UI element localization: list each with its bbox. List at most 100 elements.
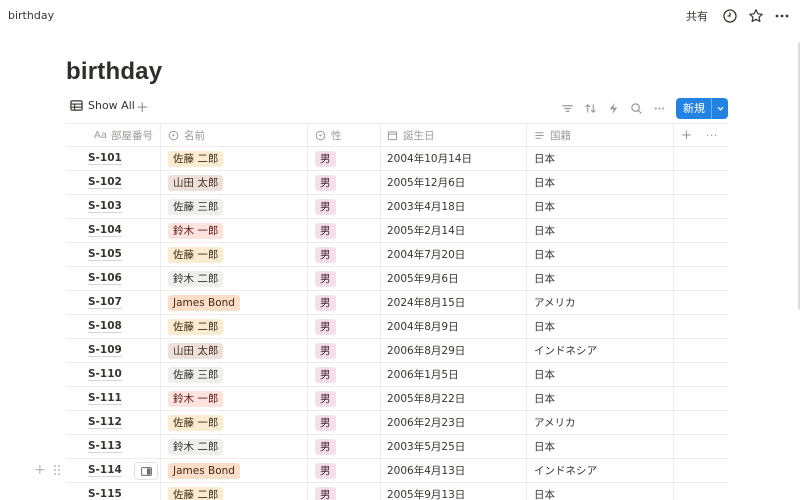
cell-birthday[interactable]: 2005年2月14日 (381, 219, 527, 242)
cell-birthday[interactable]: 2006年8月29日 (381, 339, 527, 362)
cell-name[interactable]: 鈴木 一郎 (161, 219, 308, 242)
table-row[interactable]: S-113 鈴木 二郎 男 2003年5月25日 日本 (66, 435, 728, 459)
cell-nationality[interactable]: 日本 (527, 483, 674, 500)
filter-icon[interactable] (560, 101, 574, 115)
table-row[interactable]: S-101 佐藤 二郎 男 2004年10月14日 日本 (66, 147, 728, 171)
cell-sex[interactable]: 男 (308, 339, 381, 362)
column-header-nationality[interactable]: 国籍 (527, 124, 674, 146)
table-row[interactable]: S-102 山田 太郎 男 2005年12月6日 日本 (66, 171, 728, 195)
table-row[interactable]: S-109 山田 太郎 男 2006年8月29日 インドネシア (66, 339, 728, 363)
column-header-sex[interactable]: 性 (308, 124, 381, 146)
cell-nationality[interactable]: 日本 (527, 147, 674, 170)
room-number[interactable]: S-110 (88, 368, 122, 381)
search-icon[interactable] (629, 101, 643, 115)
table-row[interactable]: S-108 佐藤 二郎 男 2004年8月9日 日本 (66, 315, 728, 339)
cell-id[interactable]: S-111 (66, 387, 161, 410)
room-number[interactable]: S-111 (88, 392, 122, 405)
cell-sex[interactable]: 男 (308, 387, 381, 410)
cell-name[interactable]: James Bond (161, 459, 308, 482)
room-number[interactable]: S-102 (88, 176, 122, 189)
cell-name[interactable]: 鈴木 二郎 (161, 435, 308, 458)
add-column-button[interactable]: + (681, 128, 692, 143)
cell-nationality[interactable]: アメリカ (527, 411, 674, 434)
cell-birthday[interactable]: 2005年12月6日 (381, 171, 527, 194)
cell-sex[interactable]: 男 (308, 195, 381, 218)
column-header-id[interactable]: Aa 部屋番号 (66, 124, 161, 146)
more-icon[interactable] (652, 101, 666, 115)
room-number[interactable]: S-103 (88, 200, 122, 213)
cell-sex[interactable]: 男 (308, 291, 381, 314)
table-row[interactable]: S-110 佐藤 三郎 男 2006年1月5日 日本 (66, 363, 728, 387)
column-header-name[interactable]: 名前 (161, 124, 308, 146)
table-row[interactable]: S-112 佐藤 一郎 男 2006年2月23日 アメリカ (66, 411, 728, 435)
cell-birthday[interactable]: 2004年10月14日 (381, 147, 527, 170)
cell-id[interactable]: S-115 (66, 483, 161, 500)
table-row[interactable]: S-107 James Bond 男 2024年8月15日 アメリカ (66, 291, 728, 315)
room-number[interactable]: S-105 (88, 248, 122, 261)
cell-id[interactable]: S-107 (66, 291, 161, 314)
cell-nationality[interactable]: 日本 (527, 435, 674, 458)
new-button-main[interactable]: 新規 (676, 100, 711, 116)
sort-icon[interactable] (583, 101, 597, 115)
table-row[interactable]: S-106 鈴木 二郎 男 2005年9月6日 日本 (66, 267, 728, 291)
cell-id[interactable]: S-110 (66, 363, 161, 386)
cell-name[interactable]: 佐藤 二郎 (161, 483, 308, 500)
cell-nationality[interactable]: 日本 (527, 387, 674, 410)
cell-id[interactable]: S-108 (66, 315, 161, 338)
cell-id[interactable]: S-114 (66, 459, 161, 482)
cell-sex[interactable]: 男 (308, 315, 381, 338)
cell-nationality[interactable]: 日本 (527, 219, 674, 242)
share-button[interactable]: 共有 (686, 8, 708, 24)
cell-name[interactable]: James Bond (161, 291, 308, 314)
tab-show-all[interactable]: Show All (70, 99, 135, 112)
cell-birthday[interactable]: 2003年4月18日 (381, 195, 527, 218)
cell-nationality[interactable]: アメリカ (527, 291, 674, 314)
cell-id[interactable]: S-113 (66, 435, 161, 458)
room-number[interactable]: S-101 (88, 152, 122, 165)
table-row[interactable]: S-105 佐藤 一郎 男 2004年7月20日 日本 (66, 243, 728, 267)
cell-sex[interactable]: 男 (308, 483, 381, 500)
room-number[interactable]: S-114 (88, 464, 122, 477)
cell-sex[interactable]: 男 (308, 219, 381, 242)
page-title[interactable]: birthday (66, 58, 162, 86)
cell-sex[interactable]: 男 (308, 267, 381, 290)
cell-birthday[interactable]: 2003年5月25日 (381, 435, 527, 458)
cell-birthday[interactable]: 2004年7月20日 (381, 243, 527, 266)
cell-birthday[interactable]: 2005年9月6日 (381, 267, 527, 290)
cell-sex[interactable]: 男 (308, 147, 381, 170)
room-number[interactable]: S-113 (88, 440, 122, 453)
cell-id[interactable]: S-112 (66, 411, 161, 434)
cell-nationality[interactable]: 日本 (527, 267, 674, 290)
column-header-date[interactable]: 誕生日 (381, 124, 527, 146)
table-row[interactable]: S-103 佐藤 三郎 男 2003年4月18日 日本 (66, 195, 728, 219)
cell-nationality[interactable]: 日本 (527, 195, 674, 218)
cell-birthday[interactable]: 2006年1月5日 (381, 363, 527, 386)
room-number[interactable]: S-104 (88, 224, 122, 237)
chevron-down-icon[interactable] (711, 97, 728, 119)
cell-nationality[interactable]: 日本 (527, 243, 674, 266)
cell-id[interactable]: S-104 (66, 219, 161, 242)
cell-id[interactable]: S-105 (66, 243, 161, 266)
room-number[interactable]: S-108 (88, 320, 122, 333)
cell-birthday[interactable]: 2005年8月22日 (381, 387, 527, 410)
cell-name[interactable]: 佐藤 三郎 (161, 195, 308, 218)
cell-name[interactable]: 鈴木 一郎 (161, 387, 308, 410)
cell-nationality[interactable]: インドネシア (527, 459, 674, 482)
add-row-icon[interactable]: + (34, 463, 48, 477)
cell-sex[interactable]: 男 (308, 459, 381, 482)
automation-icon[interactable] (606, 101, 620, 115)
cell-sex[interactable]: 男 (308, 171, 381, 194)
room-number[interactable]: S-106 (88, 272, 122, 285)
cell-name[interactable]: 鈴木 二郎 (161, 267, 308, 290)
cell-birthday[interactable]: 2005年9月13日 (381, 483, 527, 500)
history-icon[interactable] (722, 8, 738, 24)
room-number[interactable]: S-112 (88, 416, 122, 429)
add-view-button[interactable]: + (136, 98, 149, 116)
cell-id[interactable]: S-103 (66, 195, 161, 218)
cell-birthday[interactable]: 2006年2月23日 (381, 411, 527, 434)
open-as-page-icon[interactable] (134, 462, 158, 480)
table-row[interactable]: S-115 佐藤 二郎 男 2005年9月13日 日本 (66, 483, 728, 500)
cell-birthday[interactable]: 2004年8月9日 (381, 315, 527, 338)
room-number[interactable]: S-107 (88, 296, 122, 309)
room-number[interactable]: S-115 (88, 488, 122, 500)
